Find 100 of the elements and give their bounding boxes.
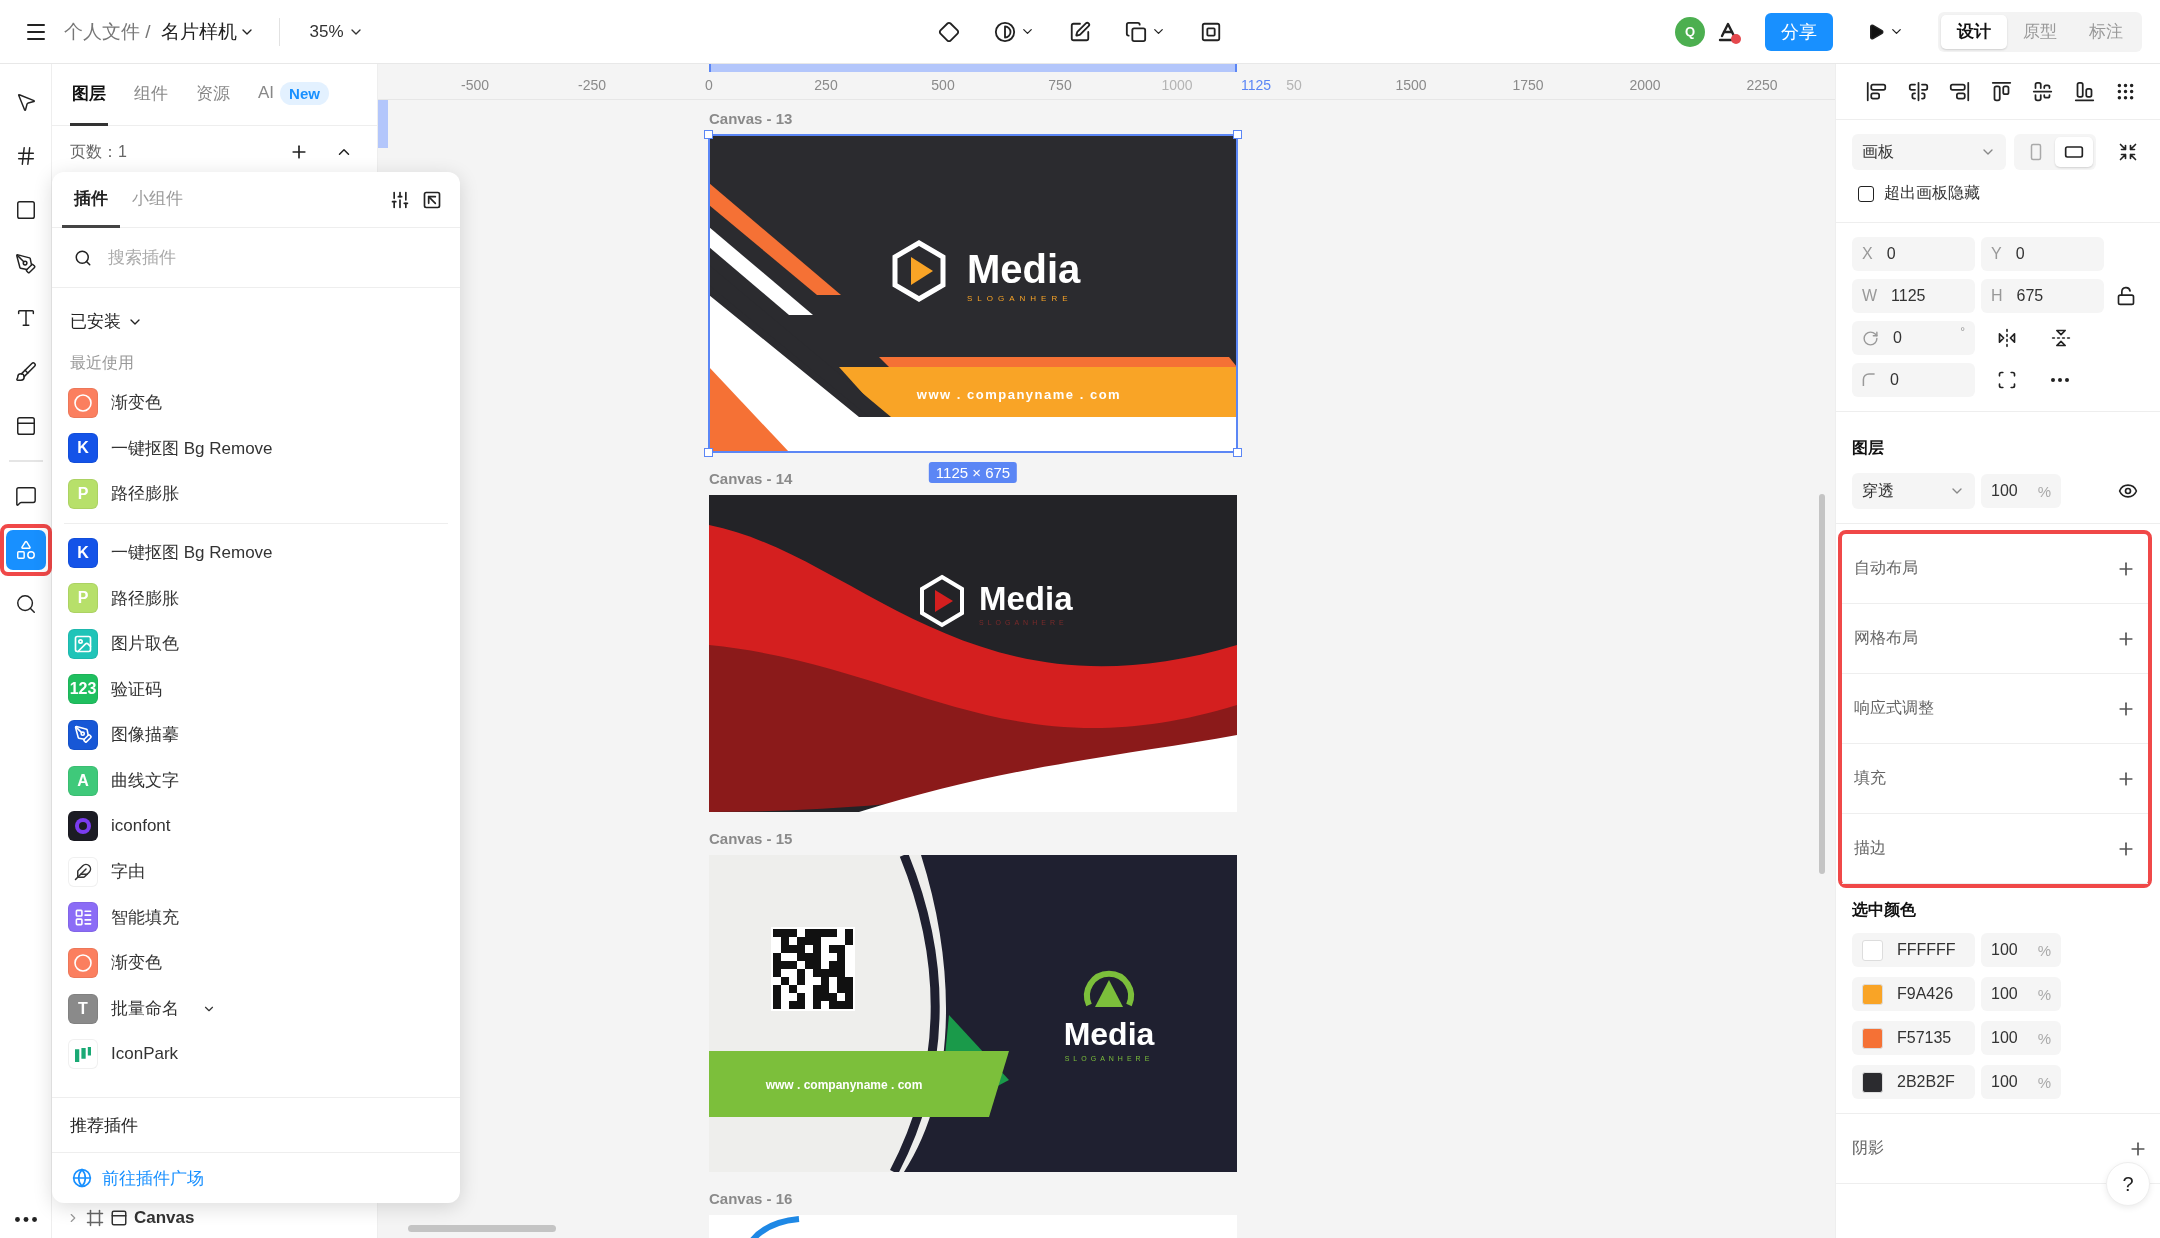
blend-mode-select[interactable]: 穿透: [1852, 473, 1975, 509]
frame-icon: [1200, 20, 1222, 43]
plugin-item[interactable]: 渐变色: [52, 380, 460, 426]
installed-filter[interactable]: 已安装: [52, 288, 161, 345]
color-field[interactable]: F9A426: [1852, 977, 1975, 1011]
plugin-icon: P: [68, 479, 98, 509]
more-icon: [2051, 378, 2069, 382]
ruler-label: 500: [931, 77, 955, 93]
plugin-item[interactable]: T 批量命名: [52, 985, 460, 1032]
globe-icon: [72, 1168, 92, 1188]
section-heading: 最近使用: [69, 353, 135, 373]
new-badge: New: [280, 81, 329, 105]
contrast-icon: [994, 20, 1016, 43]
ruler-label: 2000: [1629, 77, 1661, 93]
color-swatch[interactable]: [1862, 1071, 1883, 1093]
layer-name[interactable]: Canvas: [134, 1208, 195, 1228]
page-count: 页数：1: [70, 141, 128, 162]
panel-tab[interactable]: 图层: [70, 63, 108, 126]
checkbox-label: 超出画板隐藏: [1884, 183, 1980, 203]
brush-icon: [14, 361, 37, 383]
plugin-icon: A: [68, 765, 98, 796]
align-icon: [1866, 81, 1887, 102]
plugin-item[interactable]: 智能填充: [52, 894, 460, 941]
section-title: 网格布局: [1854, 628, 1918, 648]
plugin-item[interactable]: K 一键抠图 Bg Remove: [52, 529, 460, 576]
opacity-field[interactable]: 100 %: [1981, 933, 2061, 967]
flip-vertical-icon: [2051, 328, 2071, 348]
plugin-item[interactable]: IconPark: [52, 1031, 460, 1077]
opacity-field[interactable]: 100 %: [1981, 474, 2061, 508]
panel-tab[interactable]: 组件: [132, 63, 170, 126]
number-field[interactable]: X 0: [1852, 237, 1975, 271]
rotate-icon: [1862, 329, 1879, 347]
plugin-icon: P: [68, 583, 98, 614]
ruler-label: 2250: [1746, 77, 1778, 93]
orientation-toggle[interactable]: [2055, 137, 2093, 167]
ruler-label: 750: [1048, 77, 1072, 93]
plugin-item[interactable]: P 路径膨胀: [52, 575, 460, 621]
section-icon: [14, 415, 37, 437]
sliders-icon: [390, 189, 410, 210]
opacity-field[interactable]: 100 %: [1981, 1021, 2061, 1055]
plugin-item[interactable]: 123 验证码: [52, 666, 460, 713]
rectangle-icon: [14, 199, 37, 221]
help-button[interactable]: ?: [2106, 1162, 2150, 1206]
plugin-item[interactable]: K 一键抠图 Bg Remove: [52, 425, 460, 472]
plugin-item[interactable]: iconfont: [52, 803, 460, 849]
mode-tab[interactable]: 设计: [1941, 14, 2007, 49]
ruler-label: 1500: [1395, 77, 1427, 93]
opacity-field[interactable]: 100 %: [1981, 1065, 2061, 1099]
bars-icon: [75, 1046, 91, 1062]
number-field[interactable]: W 1125: [1852, 279, 1975, 313]
ruler-label: -250: [578, 77, 606, 93]
plugin-item[interactable]: 字由: [52, 848, 460, 895]
color-swatch[interactable]: [1862, 983, 1883, 1005]
dots-grid-icon: [2115, 81, 2136, 102]
color-swatch[interactable]: [1862, 1027, 1883, 1049]
pen-icon: [14, 253, 37, 275]
flip-horizontal-icon: [1997, 328, 2017, 348]
panel-tab[interactable]: AI New: [256, 63, 331, 126]
ruler-label: 1750: [1512, 77, 1544, 93]
section-title: 自动布局: [1854, 558, 1918, 578]
plugin-item[interactable]: 图像描摹: [52, 712, 460, 758]
zoom-dropdown[interactable]: 35%: [303, 20, 370, 43]
color-field[interactable]: 2B2B2F: [1852, 1065, 1975, 1099]
corners-icon: [1997, 370, 2017, 390]
search-field[interactable]: 搜索插件: [106, 242, 438, 273]
checkbox[interactable]: [1858, 185, 1874, 202]
breadcrumb-parent[interactable]: 个人文件 /: [64, 18, 151, 45]
plugin-icon: 123: [68, 674, 98, 705]
file-name[interactable]: 名片样机: [160, 18, 255, 45]
plugin-item[interactable]: A 曲线文字: [52, 757, 460, 804]
ruler-label: 1000: [1161, 77, 1193, 93]
more-icon: [14, 1217, 37, 1222]
recommend-heading[interactable]: 推荐插件: [52, 1097, 460, 1153]
plugin-icon: K: [68, 537, 98, 568]
radius-field[interactable]: 0: [1852, 363, 1975, 397]
list-icon: [73, 907, 93, 927]
section-title: 阴影: [1852, 1138, 1884, 1158]
rotation-field[interactable]: 0 °: [1852, 321, 1975, 355]
play-icon: [1867, 22, 1885, 41]
overlap-icon: [1125, 20, 1147, 43]
scrollbar[interactable]: [1819, 494, 1825, 874]
plugin-item[interactable]: 渐变色: [52, 940, 460, 986]
diamond-icon: [938, 20, 960, 43]
opacity-field[interactable]: 100 %: [1981, 977, 2061, 1011]
plugin-icon: K: [68, 433, 98, 464]
edit-icon: [1069, 20, 1091, 43]
website-text: www . companyname . com: [765, 1078, 923, 1092]
color-swatch[interactable]: [1862, 939, 1883, 961]
number-field[interactable]: H 675: [1981, 279, 2104, 313]
align-icon: [2032, 81, 2053, 102]
align-icon: [1949, 81, 1970, 102]
popup-tab[interactable]: 插件: [62, 171, 120, 228]
color-field[interactable]: F57135: [1852, 1021, 1975, 1055]
color-field[interactable]: FFFFFF: [1852, 933, 1975, 967]
number-field[interactable]: Y 0: [1981, 237, 2104, 271]
frame-type-select[interactable]: 画板: [1852, 134, 2006, 170]
panel-tab[interactable]: 资源: [194, 63, 232, 126]
plugin-item[interactable]: 图片取色: [52, 620, 460, 667]
scrollbar[interactable]: [408, 1225, 556, 1232]
plugin-item[interactable]: P 路径膨胀: [52, 471, 460, 517]
